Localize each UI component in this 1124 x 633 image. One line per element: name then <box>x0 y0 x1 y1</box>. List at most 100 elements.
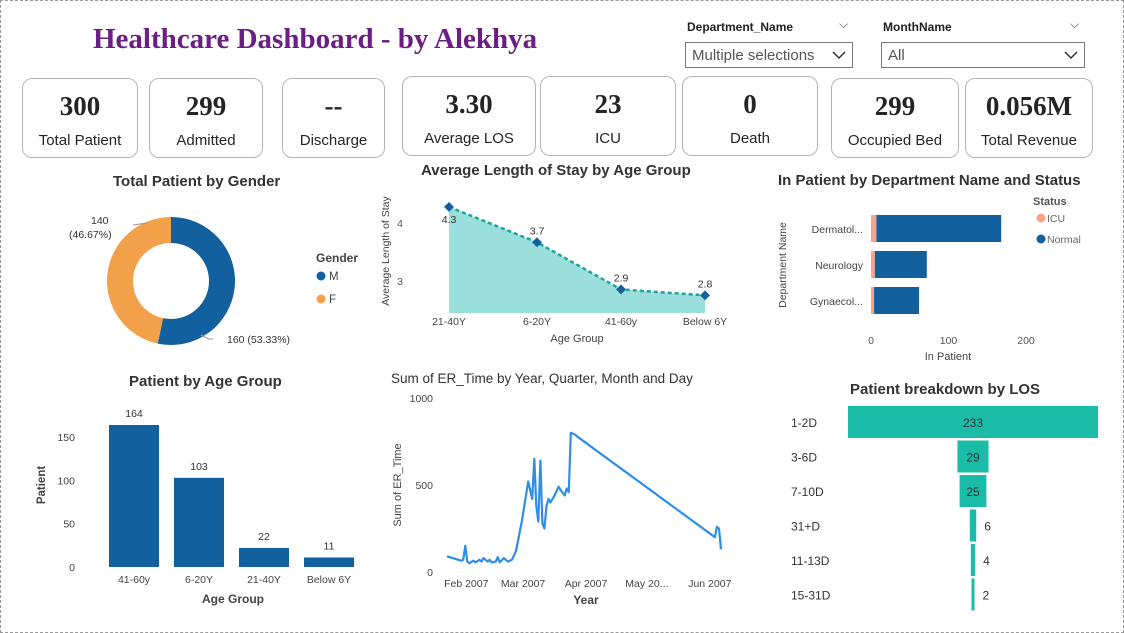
funnel-category-label: 1-2D <box>791 416 817 430</box>
funnel-data-label: 6 <box>984 520 991 534</box>
funnel-category-label: 7-10D <box>791 485 824 499</box>
funnel-data-label: 25 <box>966 485 980 499</box>
dept-bar-icu <box>871 251 875 278</box>
funnel-category-label: 15-31D <box>791 589 831 603</box>
gender-data-label: 140 <box>91 215 109 227</box>
kpi-card-icu: 23 ICU <box>540 76 676 156</box>
dept-category-label: Neurology <box>815 260 864 272</box>
legend-marker-f <box>316 294 326 304</box>
age-data-label: 103 <box>190 461 208 473</box>
x-tick-label: Feb 2007 <box>444 578 489 590</box>
chevron-down-icon[interactable]: ⌵ <box>1070 17 1079 32</box>
donut-slice-f <box>107 217 171 344</box>
kpi-value: 23 <box>594 89 622 119</box>
age-data-label: 164 <box>125 408 143 420</box>
funnel-bar <box>970 544 976 576</box>
age-data-label: 22 <box>258 531 270 543</box>
month-slicer-dropdown[interactable]: All <box>881 42 1085 68</box>
y-tick-label: 1000 <box>410 393 434 405</box>
status-legend-title: Status <box>1033 196 1067 208</box>
funnel-data-label: 4 <box>983 554 990 568</box>
kpi-card-death: 0 Death <box>682 76 818 156</box>
y-tick-label: 4 <box>397 218 403 230</box>
month-slicer-value: All <box>888 46 905 64</box>
er-time-chart-title: Sum of ER_Time by Year, Quarter, Month a… <box>391 371 693 386</box>
kpi-card-average-los: 3.30 Average LOS <box>402 76 536 156</box>
x-tick-label: 0 <box>868 335 874 347</box>
los-breakdown-chart-title: Patient breakdown by LOS <box>850 381 1041 398</box>
kpi-card-total-revenue: 0.056M Total Revenue <box>965 78 1093 158</box>
y-axis-title: Patient <box>36 466 48 505</box>
x-axis-title: In Patient <box>925 351 971 363</box>
x-tick-label: 6-20Y <box>523 316 551 328</box>
x-tick-label: Mar 2007 <box>501 578 546 590</box>
chevron-down-icon <box>1064 51 1078 60</box>
dept-bar-normal <box>874 287 920 314</box>
los-age-chart-title: Average Length of Stay by Age Group <box>421 162 691 179</box>
y-tick-label: 50 <box>63 519 75 531</box>
los-age-area-chart: Average Length of Stay 4 3 4.33.72.9 2.8 … <box>380 195 727 345</box>
gender-legend-title: Gender <box>316 251 358 265</box>
age-bar <box>109 425 159 567</box>
legend-label-m: M <box>329 271 339 283</box>
y-tick-label: 100 <box>57 475 75 487</box>
kpi-label: Average LOS <box>424 130 514 147</box>
x-tick-label: 41-60y <box>118 574 151 586</box>
x-tick-label: 100 <box>940 335 958 347</box>
kpi-label: Discharge <box>299 132 368 149</box>
kpi-value: 3.30 <box>445 89 493 119</box>
los-data-label: 2.8 <box>698 278 713 290</box>
y-tick-label: 0 <box>427 567 433 579</box>
y-tick-label: 0 <box>69 562 75 574</box>
dept-bar-normal <box>876 215 1002 242</box>
er-time-line-chart: Sum of ER_Time 0 500 1000 Feb 2007 Mar 2007… <box>392 393 732 607</box>
kpi-value: -- <box>324 91 343 121</box>
x-axis-title: Age Group <box>202 592 264 606</box>
legend-marker-normal <box>1036 234 1046 244</box>
x-tick-label: 6-20Y <box>185 574 213 586</box>
kpi-value: 299 <box>185 91 227 121</box>
x-tick-label: Below 6Y <box>307 574 351 586</box>
legend-marker-icu <box>1036 213 1046 223</box>
chevron-down-icon <box>832 51 846 60</box>
x-tick-label: Below 6Y <box>683 316 727 328</box>
funnel-data-label: 2 <box>983 589 990 603</box>
legend-marker-m <box>316 271 326 281</box>
funnel-data-label: 29 <box>966 451 980 465</box>
x-tick-label: 200 <box>1017 335 1035 347</box>
y-tick-label: 500 <box>415 480 433 492</box>
age-group-chart-title: Patient by Age Group <box>129 373 282 390</box>
funnel-category-label: 11-13D <box>791 554 830 568</box>
funnel-category-label: 31+D <box>791 520 820 534</box>
gender-donut-chart: 140 (46.67%) 160 (53.33%) Gender M F <box>69 215 358 346</box>
department-slicer-label: Department_Name <box>687 20 794 34</box>
department-slicer-value: Multiple selections <box>692 46 815 64</box>
kpi-label: Occupied Bed <box>847 132 943 149</box>
dashboard-canvas: Healthcare Dashboard - by Alekhya Depart… <box>0 0 1124 633</box>
x-axis-title: Age Group <box>550 333 603 345</box>
dept-category-label: Dermatol... <box>812 224 863 236</box>
department-status-bar-chart: Department Name Dermatol... Neurology Gyna… <box>777 196 1081 363</box>
age-bar <box>239 547 289 567</box>
dept-bar-icu <box>871 215 877 242</box>
department-chart-title: In Patient by Department Name and Status <box>778 172 1081 189</box>
y-axis-title: Average Length of Stay <box>380 195 392 305</box>
gender-data-label: 160 (53.33%) <box>227 334 290 346</box>
y-axis-title: Sum of ER_Time <box>392 443 404 526</box>
los-data-label: 4.3 <box>442 214 457 226</box>
los-data-label: 3.7 <box>530 225 545 237</box>
legend-label-icu: ICU <box>1047 213 1065 225</box>
los-funnel-chart: 1-2D 3-6D 7-10D 31+D 11-13D 15-31D 233 29 25 6 4 2 <box>791 406 1098 611</box>
patient-age-bar-chart: Patient 0 50 100 150 164 103 22 11 41-60y 6-20Y… <box>36 408 354 606</box>
legend-label-f: F <box>329 294 336 306</box>
x-tick-label: 41-60y <box>605 316 638 328</box>
y-tick-label: 3 <box>397 276 403 288</box>
kpi-card-occupied-bed: 299 Occupied Bed <box>831 78 959 158</box>
kpi-value: 299 <box>874 91 916 121</box>
chevron-down-icon[interactable]: ⌵ <box>839 17 848 32</box>
kpi-label: Total Patient <box>38 132 122 149</box>
gender-data-label: (46.67%) <box>69 229 112 241</box>
los-data-label: 2.9 <box>614 272 629 284</box>
department-slicer-dropdown[interactable]: Multiple selections <box>685 42 853 68</box>
kpi-value: 0 <box>743 89 757 119</box>
